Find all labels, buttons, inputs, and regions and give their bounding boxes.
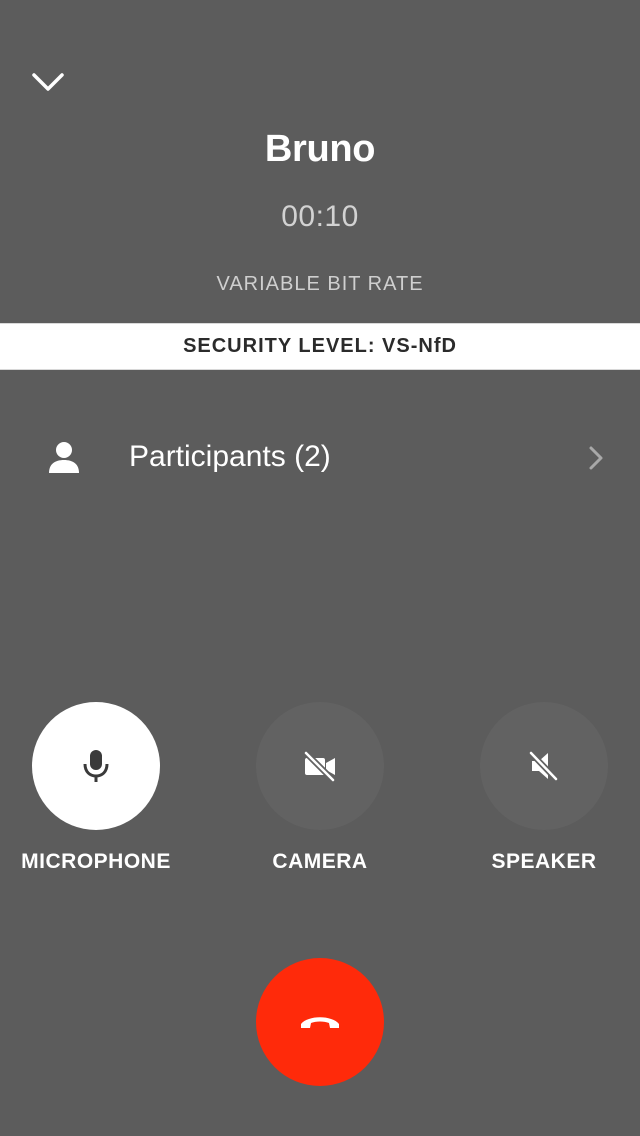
speaker-label: SPEAKER: [491, 850, 597, 873]
camera-off-icon: [303, 750, 336, 782]
participants-label: Participants (2): [129, 440, 331, 473]
security-level-text: SECURITY LEVEL: VS-NfD: [183, 335, 457, 357]
microphone-icon: [83, 750, 109, 782]
call-timer: 00:10: [281, 200, 359, 233]
bit-rate-label: VARIABLE BIT RATE: [216, 273, 424, 295]
call-screen: Bruno 00:10 VARIABLE BIT RATE SECURITY L…: [0, 0, 640, 1136]
speaker-control: SPEAKER: [444, 702, 640, 874]
camera-button[interactable]: [256, 702, 384, 830]
microphone-control: MICROPHONE: [0, 702, 196, 874]
microphone-button[interactable]: [32, 702, 160, 830]
speaker-button[interactable]: [480, 702, 608, 830]
person-icon: [49, 442, 79, 473]
camera-control: CAMERA: [220, 702, 420, 874]
caller-name: Bruno: [264, 128, 376, 170]
phone-hangup-icon: [301, 1017, 339, 1028]
hangup-button[interactable]: [256, 958, 384, 1086]
chevron-down-icon: [32, 73, 64, 91]
participants-row[interactable]: Participants (2): [0, 418, 640, 498]
collapse-button[interactable]: [28, 62, 68, 102]
microphone-label: MICROPHONE: [21, 850, 171, 873]
chevron-right-icon: [589, 446, 603, 470]
security-banner: SECURITY LEVEL: VS-NfD: [0, 323, 640, 370]
speaker-off-icon: [528, 750, 559, 782]
camera-label: CAMERA: [272, 850, 368, 873]
